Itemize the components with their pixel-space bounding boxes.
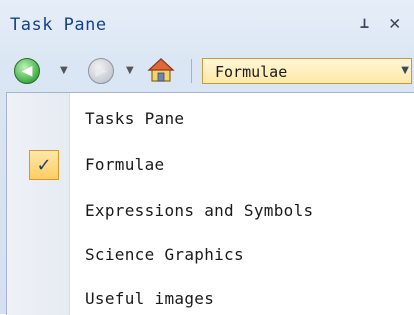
menu-item-formulae[interactable]: Formulae: [85, 155, 164, 174]
menu-item-useful-images[interactable]: Useful images: [85, 289, 214, 308]
menu-item-science-graphics[interactable]: Science Graphics: [85, 245, 244, 264]
forward-arrow-icon[interactable]: ▶: [88, 58, 114, 84]
menu-icon-gutter: [7, 93, 70, 315]
pane-selector-value: Formulae: [215, 63, 288, 81]
back-arrow-icon[interactable]: ◀: [14, 58, 40, 84]
chevron-down-icon[interactable]: ▼: [401, 65, 409, 76]
pin-icon[interactable]: ⊥: [360, 14, 369, 32]
home-icon[interactable]: [147, 56, 175, 84]
close-icon[interactable]: ✕: [389, 12, 400, 34]
menu-item-expressions-and-symbols[interactable]: Expressions and Symbols: [85, 201, 313, 220]
toolbar-separator: [191, 59, 192, 83]
pane-selector-menu: Tasks Pane ✓ Formulae Expressions and Sy…: [6, 92, 414, 315]
back-history-dropdown-icon[interactable]: ▼: [60, 65, 68, 76]
menu-item-tasks-pane[interactable]: Tasks Pane: [85, 109, 184, 128]
task-pane-titlebar: Task Pane ⊥ ✕: [0, 0, 414, 46]
task-pane: Task Pane ⊥ ✕ ◀ ▼ ▶ ▼ Formulae ▼ Tasks P…: [0, 0, 414, 315]
task-pane-title: Task Pane: [10, 15, 107, 35]
forward-history-dropdown-icon[interactable]: ▼: [126, 65, 134, 76]
pane-selector-combobox[interactable]: Formulae ▼: [202, 58, 412, 84]
checkmark-icon: ✓: [29, 150, 59, 180]
task-pane-toolbar: ◀ ▼ ▶ ▼ Formulae ▼: [0, 50, 414, 90]
